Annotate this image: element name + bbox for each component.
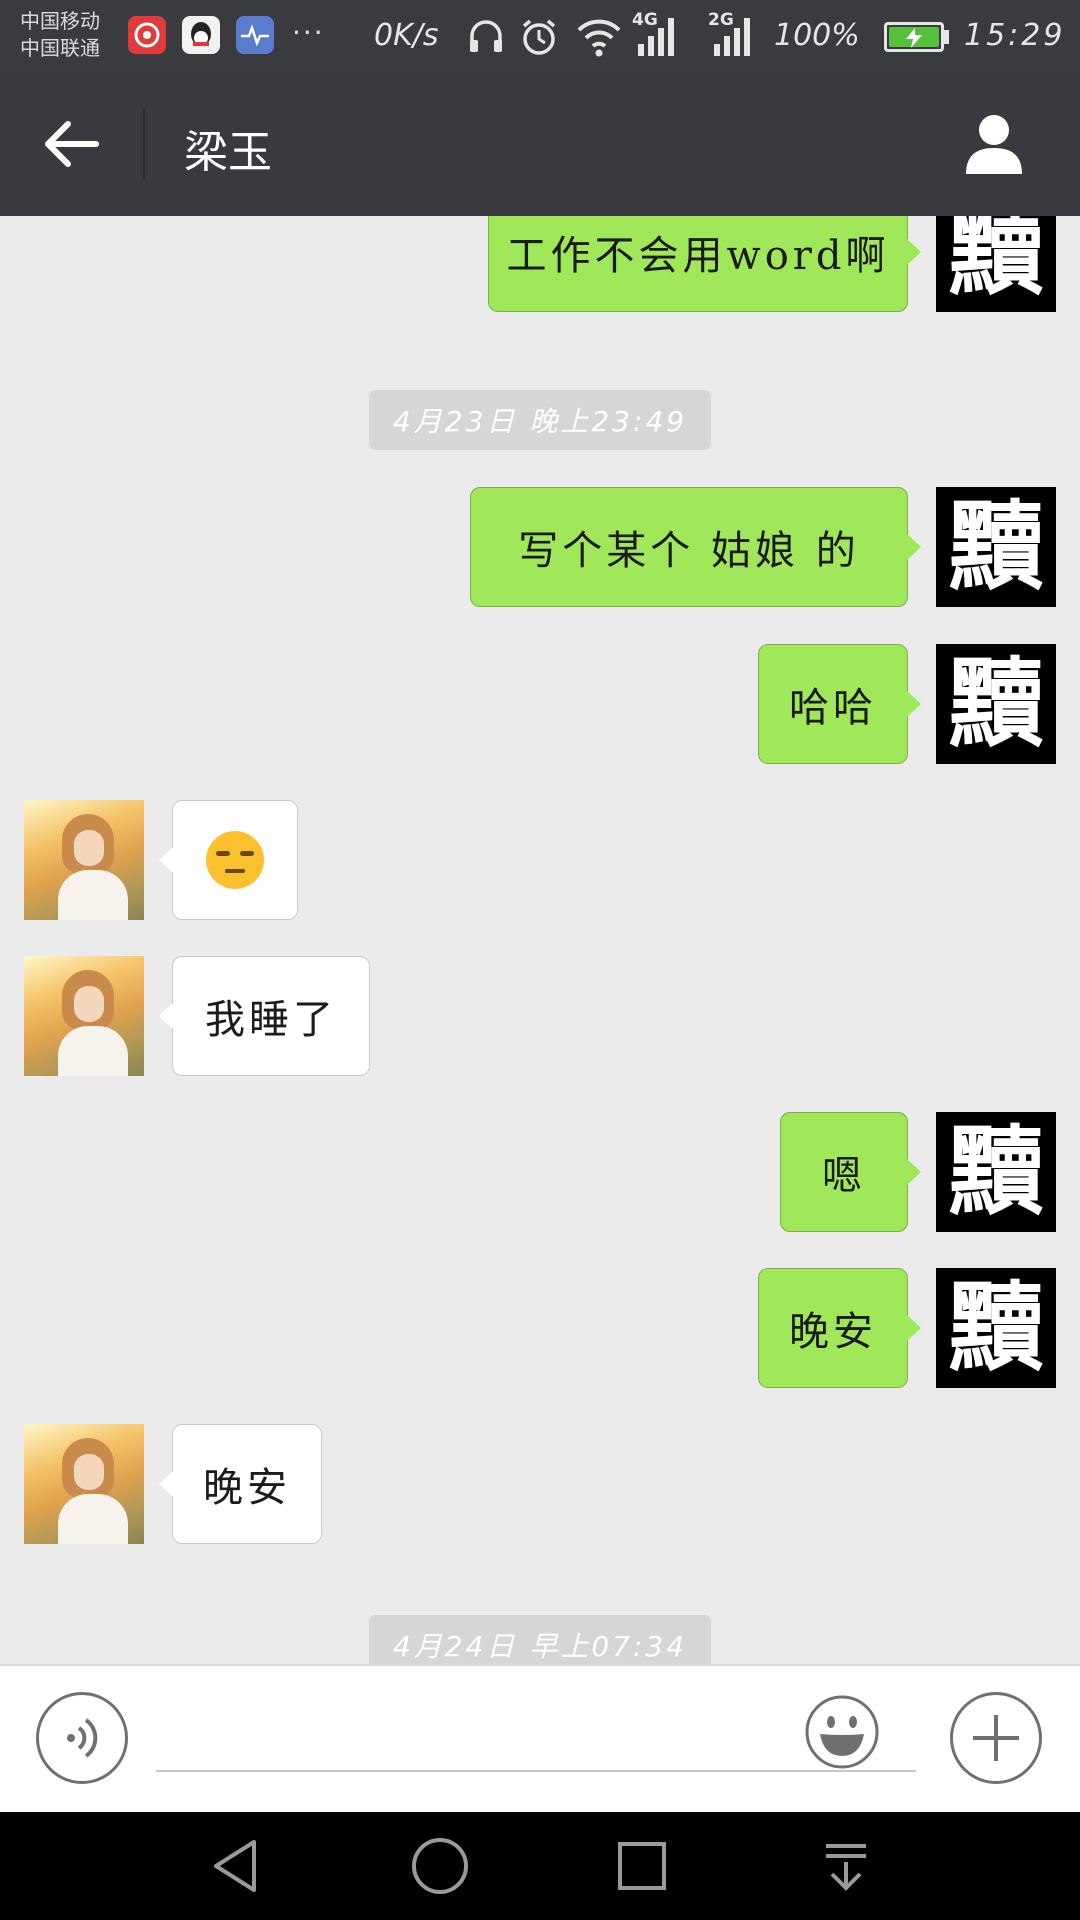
- message-bubble-outgoing[interactable]: 哈哈: [758, 644, 921, 764]
- my-avatar-glyph: 黷: [948, 490, 1044, 603]
- back-arrow-icon: [45, 121, 99, 167]
- message-bubble-outgoing[interactable]: 工作不会用word啊: [488, 216, 921, 312]
- more-notifications: ···: [292, 16, 325, 49]
- person-icon: [966, 115, 1022, 174]
- headphones-icon: [466, 16, 506, 60]
- signal-4g-icon: 4G: [632, 10, 680, 62]
- wifi-icon: [576, 16, 622, 62]
- message-bubble-incoming[interactable]: 晚安: [159, 1424, 322, 1544]
- message-text: 我睡了: [205, 997, 337, 1043]
- nav-recents-button[interactable]: [610, 1834, 674, 1898]
- message-text: 晚安: [203, 1465, 291, 1511]
- my-avatar-glyph: 黷: [948, 1271, 1044, 1384]
- message-list[interactable]: 工作不会用word啊 黷 4月23日 晚上23:49 写个某个 姑娘 的 黷 哈…: [0, 216, 1080, 1664]
- my-avatar-glyph: 黷: [948, 216, 1044, 308]
- message-text: 嗯: [822, 1153, 866, 1199]
- timestamp: 4月23日 晚上23:49: [369, 390, 711, 450]
- system-navigation-bar: [0, 1812, 1080, 1920]
- header-divider: [143, 108, 145, 180]
- voice-button[interactable]: [36, 1692, 128, 1784]
- chat-header: 梁玉: [0, 72, 1080, 216]
- signal-2g-icon: 2G: [708, 10, 756, 62]
- recents-square-icon: [618, 1842, 666, 1890]
- my-avatar[interactable]: 黷: [936, 644, 1056, 764]
- home-circle-icon: [412, 1838, 468, 1894]
- nav-notification-button[interactable]: [814, 1834, 878, 1898]
- my-avatar-glyph: 黷: [948, 647, 1044, 760]
- message-bubble-outgoing[interactable]: 嗯: [780, 1112, 921, 1232]
- clock: 15:29: [964, 18, 1066, 53]
- voice-icon: [67, 1718, 98, 1758]
- unamused-face-icon: [206, 831, 264, 889]
- back-triangle-icon: [214, 1840, 256, 1892]
- my-avatar[interactable]: 黷: [936, 216, 1056, 312]
- health-icon: [236, 16, 274, 54]
- message-bubble-outgoing[interactable]: 写个某个 姑娘 的: [470, 487, 921, 607]
- netease-music-icon: [128, 16, 166, 54]
- message-text: 工作不会用word啊: [506, 233, 890, 279]
- back-button[interactable]: [30, 112, 116, 176]
- signal-4g-label: 4G: [632, 10, 658, 30]
- my-avatar[interactable]: 黷: [936, 487, 1056, 607]
- notification-pull-icon: [826, 1844, 866, 1891]
- battery-percent: 100%: [774, 18, 860, 53]
- contact-avatar[interactable]: [24, 1424, 144, 1544]
- battery-charging-icon: [884, 22, 944, 52]
- signal-2g-label: 2G: [708, 10, 734, 30]
- nav-back-button[interactable]: [204, 1834, 268, 1898]
- message-bubble-incoming[interactable]: [159, 800, 298, 920]
- message-text: 晚安: [789, 1309, 877, 1355]
- plus-icon: [973, 1715, 1019, 1761]
- net-speed: 0K/s: [374, 18, 439, 53]
- message-text: 哈哈: [789, 685, 877, 731]
- emoji-icon: [805, 1695, 879, 1769]
- qq-icon: [182, 16, 220, 54]
- alarm-icon: [518, 16, 560, 62]
- status-bar: 中国移动 中国联通 ··· 0K/s 4G 2G 100% 15:29: [0, 0, 1080, 72]
- more-actions-button[interactable]: [950, 1692, 1042, 1784]
- chat-title: 梁玉: [184, 127, 272, 178]
- timestamp: 4月24日 早上07:34: [369, 1615, 711, 1664]
- message-bubble-outgoing[interactable]: 晚安: [758, 1268, 921, 1388]
- message-input[interactable]: [156, 1706, 916, 1772]
- carrier-1: 中国移动: [20, 9, 100, 33]
- my-avatar-glyph: 黷: [948, 1115, 1044, 1228]
- contact-avatar[interactable]: [24, 956, 144, 1076]
- carrier-2: 中国联通: [20, 36, 100, 60]
- chat-info-button[interactable]: [958, 108, 1030, 180]
- message-input-bar: [0, 1664, 1080, 1812]
- nav-home-button[interactable]: [408, 1834, 472, 1898]
- my-avatar[interactable]: 黷: [936, 1112, 1056, 1232]
- contact-avatar[interactable]: [24, 800, 144, 920]
- message-bubble-incoming[interactable]: 我睡了: [159, 956, 370, 1076]
- my-avatar[interactable]: 黷: [936, 1268, 1056, 1388]
- message-text: 写个某个 姑娘 的: [518, 528, 860, 574]
- carrier-info: 中国移动 中国联通: [20, 8, 100, 62]
- emoji-button[interactable]: [804, 1694, 880, 1770]
- battery-cap: [944, 30, 949, 44]
